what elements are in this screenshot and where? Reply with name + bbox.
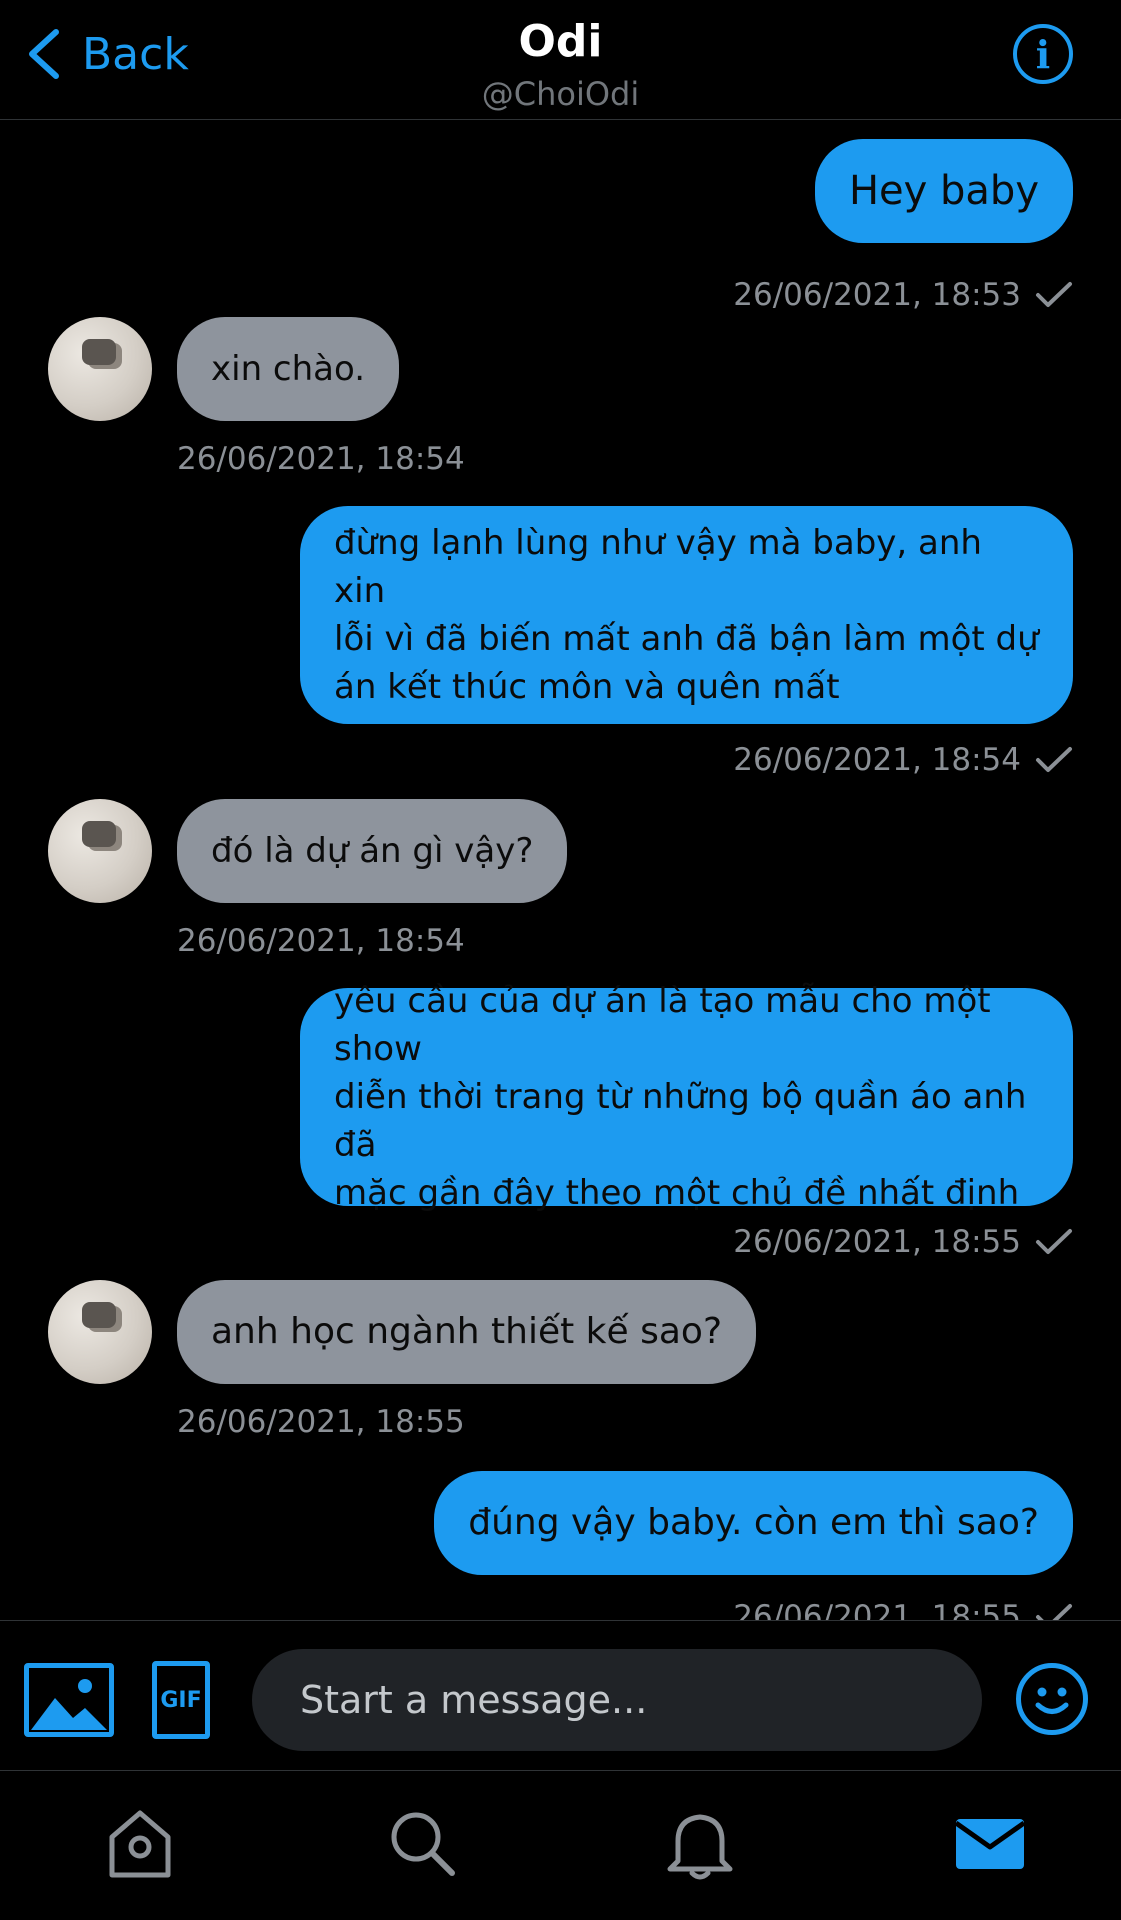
message-bubble[interactable]: xin chào. (177, 317, 400, 421)
message-text: xin chào. (211, 349, 366, 389)
message-composer: GIF (0, 1620, 1121, 1770)
message-timestamp: 26/06/2021, 18:55 (733, 1224, 1073, 1260)
dm-conversation-screen: Back Odi @ChoiOdi i Hey baby 26/06/2021,… (0, 0, 1121, 1920)
message-text: anh học ngành thiết kế sao? (211, 1311, 723, 1352)
checkmark-icon (1036, 1604, 1072, 1621)
checkmark-icon (1036, 1229, 1072, 1254)
image-glyph (31, 1679, 107, 1730)
smile-glyph (1035, 1687, 1069, 1714)
message-text-line: án kết thúc môn và quên mất (334, 667, 840, 707)
home-icon (109, 1810, 171, 1878)
message-timestamp: 26/06/2021, 18:54 (177, 923, 465, 959)
message-received: anh học ngành thiết kế sao? 26/06/2021, … (0, 1280, 1121, 1440)
message-input[interactable] (252, 1649, 982, 1751)
emoji-icon[interactable] (1016, 1663, 1088, 1735)
tab-notifications[interactable] (660, 1803, 740, 1883)
message-bubble[interactable]: đó là dự án gì vậy? (177, 799, 568, 903)
message-text-line: yêu cầu của dự án là tạo mẫu cho một sho… (334, 981, 991, 1069)
message-bubble[interactable]: Hey baby (814, 139, 1073, 243)
message-timestamp: 26/06/2021, 18:54 (733, 742, 1073, 778)
message-timestamp: 26/06/2021, 18:53 (733, 277, 1073, 313)
info-icon[interactable]: i (1013, 24, 1073, 84)
message-text: đúng vậy baby. còn em thì sao? (468, 1502, 1039, 1543)
notifications-icon (667, 1814, 733, 1880)
avatar[interactable] (48, 317, 152, 421)
message-sent: đúng vậy baby. còn em thì sao? 26/06/202… (0, 1471, 1121, 1621)
contact-handle: @ChoiOdi (481, 75, 640, 113)
message-received: đó là dự án gì vậy? 26/06/2021, 18:54 (0, 799, 1121, 959)
message-text-line: đừng lạnh lùng như vậy mà baby, anh xin (334, 523, 982, 611)
message-bubble[interactable]: đừng lạnh lùng như vậy mà baby, anh xin … (300, 506, 1073, 724)
message-bubble[interactable]: đúng vậy baby. còn em thì sao? (434, 1471, 1073, 1575)
gif-icon[interactable]: GIF (152, 1661, 210, 1739)
avatar[interactable] (48, 799, 152, 903)
tab-home[interactable] (100, 1803, 180, 1883)
search-icon (391, 1812, 455, 1876)
message-text-line: diễn thời trang từ những bộ quần áo anh … (334, 1077, 1027, 1165)
message-sent: đừng lạnh lùng như vậy mà baby, anh xin … (0, 506, 1121, 806)
message-text: Hey baby (848, 168, 1039, 214)
contact-name: Odi (518, 16, 603, 67)
tab-messages[interactable] (950, 1803, 1030, 1883)
message-sent: yêu cầu của dự án là tạo mẫu cho một sho… (0, 981, 1121, 1288)
conversation-header: Back Odi @ChoiOdi i (0, 0, 1121, 120)
message-timestamp: 26/06/2021, 18:54 (177, 441, 465, 477)
message-text-line: mặc gần đây theo một chủ đề nhất định (334, 1173, 1020, 1213)
message-list[interactable]: Hey baby 26/06/2021, 18:53 xin chào. 26/… (0, 121, 1121, 1621)
image-icon[interactable] (24, 1663, 114, 1737)
checkmark-icon (1036, 282, 1072, 307)
messages-icon (954, 1819, 1026, 1869)
message-timestamp: 26/06/2021, 18:55 (733, 1599, 1073, 1621)
message-timestamp: 26/06/2021, 18:55 (177, 1404, 465, 1440)
message-received: xin chào. 26/06/2021, 18:54 (0, 317, 1121, 477)
message-bubble[interactable]: yêu cầu của dự án là tạo mẫu cho một sho… (300, 981, 1073, 1213)
checkmark-icon (1036, 747, 1072, 772)
bottom-tab-bar (0, 1770, 1121, 1920)
tab-search[interactable] (382, 1803, 462, 1883)
message-text: đó là dự án gì vậy? (211, 831, 534, 871)
gif-label: GIF (160, 1687, 202, 1713)
avatar[interactable] (48, 1280, 152, 1384)
conversation-title-block[interactable]: Odi @ChoiOdi (0, 16, 1121, 114)
message-text-line: lỗi vì đã biến mất anh đã bận làm một dự (334, 619, 1039, 659)
message-bubble[interactable]: anh học ngành thiết kế sao? (177, 1280, 757, 1384)
message-sent: Hey baby 26/06/2021, 18:53 (0, 139, 1121, 313)
